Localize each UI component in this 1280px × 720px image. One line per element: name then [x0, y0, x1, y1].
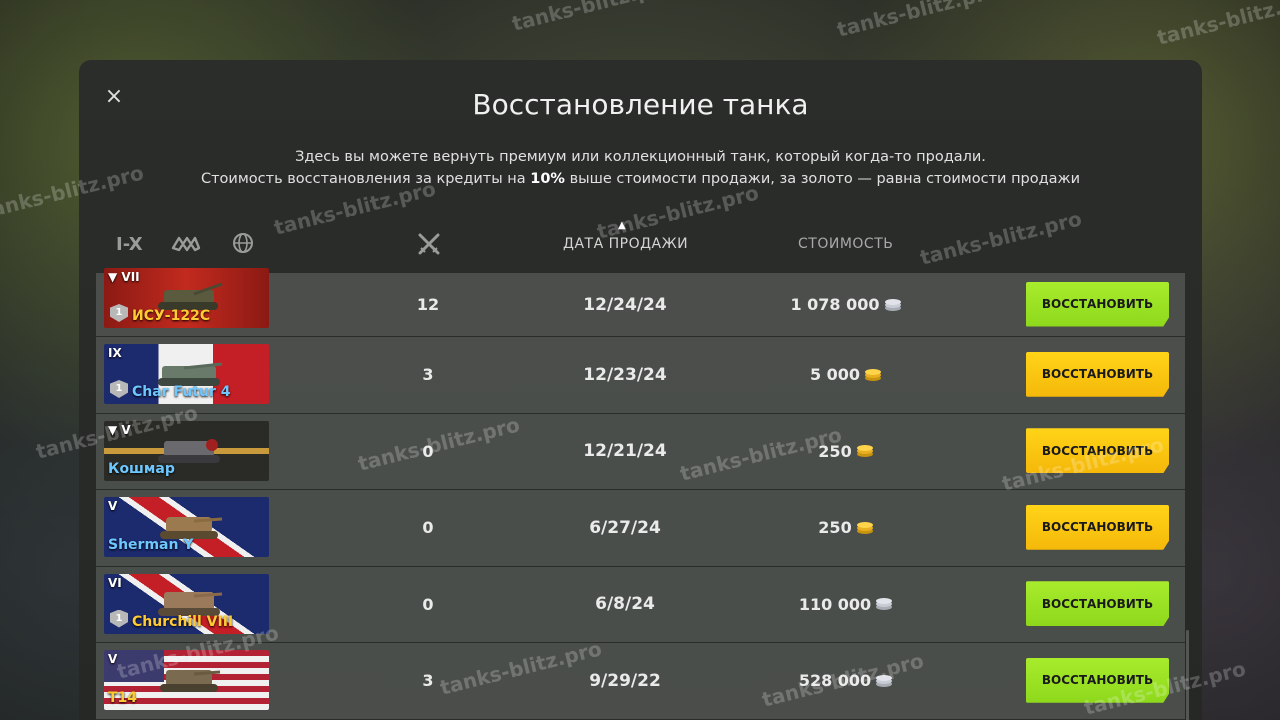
tank-name: T14	[108, 690, 138, 706]
subtitle-percent: 10%	[530, 171, 565, 187]
tank-name: Churchill VIII	[132, 613, 234, 630]
tank-card: IX 1 Char Futur 4	[104, 344, 269, 404]
column-header-sale-date[interactable]: ДАТА ПРОДАЖИ	[563, 236, 688, 252]
cost-value: 250	[818, 518, 852, 538]
battles-count: 3	[422, 365, 434, 385]
cost-value: 250	[818, 441, 852, 461]
subtitle-line-2: Стоимость восстановления за кредиты на 1…	[79, 168, 1202, 190]
column-header-cost[interactable]: СТОИМОСТЬ	[798, 236, 893, 252]
tank-image	[160, 670, 221, 692]
mastery-badge: 1	[110, 609, 128, 628]
restore-button[interactable]: ВОССТАНОВИТЬ	[1026, 581, 1169, 627]
sale-date: 12/24/24	[583, 294, 667, 315]
tank-name: ИСУ-122С	[132, 308, 211, 324]
cost-cell: 250	[766, 414, 926, 490]
tank-card: VI 1 Churchill VIII	[104, 573, 269, 634]
cost-cell: 250	[766, 490, 926, 566]
table-row: IX 1 Char Futur 4 3 12/23/24 5 000 ВОССТ…	[96, 337, 1185, 414]
globe-icon[interactable]	[232, 232, 254, 254]
mastery-badge: 1	[110, 304, 128, 322]
scrollbar[interactable]	[1186, 630, 1189, 720]
mastery-badge: 1	[110, 380, 128, 398]
tier-filter-button[interactable]: I-X	[116, 234, 143, 255]
sale-date: 6/27/24	[589, 517, 661, 538]
subtitle-line-2-pre: Стоимость восстановления за кредиты на	[200, 171, 531, 187]
credits-icon	[884, 298, 901, 311]
restore-button[interactable]: ВОССТАНОВИТЬ	[1026, 504, 1169, 550]
table-row: V Sherman Y 0 6/27/24 250 ВОССТАНОВИТЬ	[96, 490, 1185, 567]
table-row: VI 1 Churchill VIII 0 6/8/24 110 000 ВОС…	[96, 566, 1185, 643]
cost-value: 1 078 000	[790, 295, 880, 314]
crossed-swords-icon[interactable]	[417, 232, 441, 256]
restore-button[interactable]: ВОССТАНОВИТЬ	[1026, 351, 1169, 397]
table-row: ▼ VII 1 ИСУ-122С 12 12/24/24 1 078 000 В…	[96, 268, 1185, 337]
tank-card: V T14	[104, 650, 269, 710]
tank-tier: V	[108, 652, 118, 666]
battles-count: 0	[422, 518, 434, 538]
cost-value: 528 000	[798, 671, 872, 691]
cost-cell: 110 000	[766, 567, 926, 643]
battles-count: 12	[416, 295, 440, 314]
tank-tier: V	[108, 499, 118, 513]
tank-name: Sherman Y	[108, 537, 194, 553]
tank-tier: VI	[108, 575, 122, 590]
subtitle-line-2-post: выше стоимости продажи, за золото — равн…	[564, 171, 1081, 187]
battles-count: 3	[422, 671, 434, 691]
table-row: ▼ V Кошмар 0 12/21/24 250 ВОССТАНОВИТЬ	[96, 413, 1185, 490]
tank-card: V Sherman Y	[104, 497, 269, 557]
credits-icon	[876, 674, 893, 687]
gold-icon	[865, 368, 882, 381]
gold-icon	[856, 445, 873, 458]
dialog-subtitle: Здесь вы можете вернуть премиум или колл…	[79, 146, 1202, 190]
tank-card: ▼ VII 1 ИСУ-122С	[104, 268, 269, 328]
sale-date: 12/23/24	[583, 364, 667, 385]
battles-count: 0	[422, 441, 434, 461]
table-row: V T14 3 9/29/22 528 000 ВОССТАНОВИТЬ	[96, 643, 1185, 720]
sort-ascending-icon: ▲	[618, 220, 626, 231]
dialog-title: Восстановление танка	[472, 88, 809, 121]
battles-count: 0	[422, 594, 434, 614]
sale-date: 6/8/24	[595, 594, 655, 615]
cost-value: 110 000	[798, 594, 872, 614]
cost-cell: 528 000	[766, 643, 926, 719]
cost-cell: 5 000	[766, 337, 926, 413]
sale-date: 9/29/22	[589, 670, 661, 691]
tank-tier: ▼ VII	[108, 270, 140, 284]
cost-cell: 1 078 000	[766, 273, 926, 336]
restore-button[interactable]: ВОССТАНОВИТЬ	[1026, 428, 1169, 474]
restore-tank-dialog: × Восстановление танка Здесь вы можете в…	[79, 60, 1202, 720]
vehicle-type-icon[interactable]	[171, 234, 201, 254]
restore-button[interactable]: ВОССТАНОВИТЬ	[1026, 657, 1169, 703]
tank-name: Кошмар	[108, 460, 175, 477]
restore-button[interactable]: ВОССТАНОВИТЬ	[1026, 281, 1169, 327]
tank-name: Char Futur 4	[132, 384, 231, 400]
gold-icon	[856, 521, 873, 534]
tank-tier: IX	[108, 346, 122, 360]
tank-list: ▼ VII 1 ИСУ-122С 12 12/24/24 1 078 000 В…	[96, 268, 1185, 720]
subtitle-line-1: Здесь вы можете вернуть премиум или колл…	[295, 149, 986, 165]
credits-icon	[876, 598, 893, 611]
table-header: I-X ▲ ДАТА ПРОДАЖИ СТОИМОСТЬ	[79, 220, 1202, 268]
tank-tier: ▼ V	[108, 422, 131, 437]
tank-card: ▼ V Кошмар	[104, 420, 269, 481]
cost-value: 5 000	[809, 365, 861, 385]
sale-date: 12/21/24	[583, 441, 667, 462]
